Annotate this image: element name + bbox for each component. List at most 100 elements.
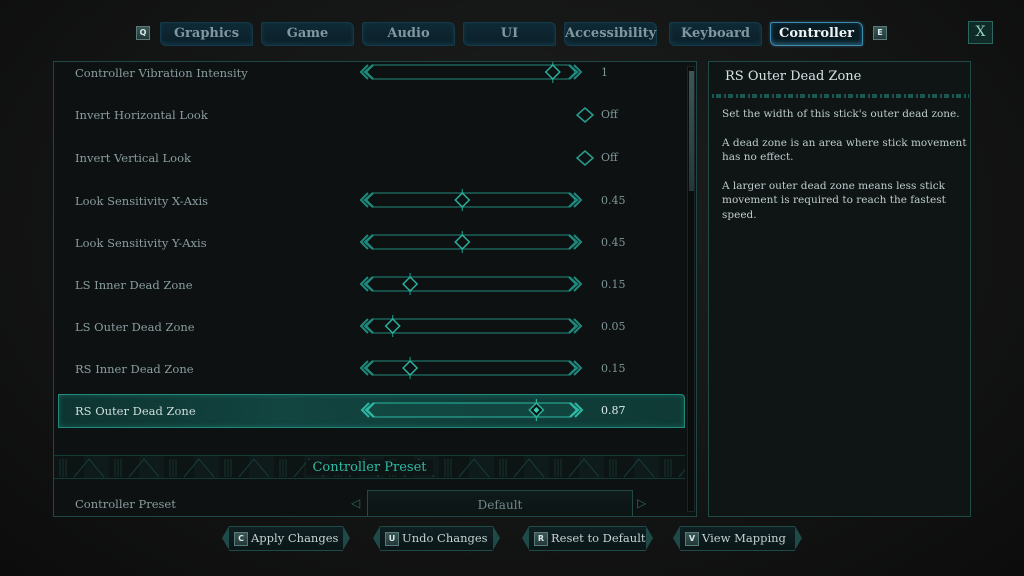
tab-accessibility[interactable]: Accessibility <box>564 22 657 46</box>
info-divider <box>712 94 969 98</box>
toggle-value: Off <box>601 108 618 121</box>
slider-track <box>363 234 579 250</box>
setting-row-rs-inner-dead-zone[interactable]: RS Inner Dead Zone 0.15 <box>58 352 685 386</box>
section-header-controller-preset: Controller Preset <box>54 455 685 479</box>
slider[interactable] <box>355 399 589 421</box>
slider-value: 0.87 <box>601 404 626 417</box>
slider[interactable] <box>354 189 588 211</box>
slider-increase-icon[interactable] <box>568 318 583 334</box>
slider-handle[interactable] <box>454 233 471 251</box>
setting-label: Controller Vibration Intensity <box>75 66 248 80</box>
slider[interactable] <box>354 231 588 253</box>
slider-handle[interactable] <box>384 317 401 335</box>
info-paragraph: A larger outer dead zone means less stic… <box>722 179 946 221</box>
slider-handle[interactable] <box>454 191 471 209</box>
undo-changes-button[interactable]: U Undo Changes <box>373 526 500 551</box>
slider-value: 0.15 <box>601 362 626 375</box>
next-tab-key-hint[interactable]: E <box>873 26 887 40</box>
tab-ui[interactable]: UI <box>463 22 556 46</box>
slider-decrease-icon[interactable] <box>359 276 374 292</box>
tab-audio[interactable]: Audio <box>362 22 455 46</box>
setting-label: RS Inner Dead Zone <box>75 362 194 376</box>
setting-row-controller-vibration-intensity[interactable]: Controller Vibration Intensity 1 <box>58 62 685 90</box>
setting-label: Look Sensitivity X-Axis <box>75 194 209 208</box>
slider-increase-icon[interactable] <box>568 192 583 208</box>
setting-row-ls-outer-dead-zone[interactable]: LS Outer Dead Zone 0.05 <box>58 310 685 344</box>
slider[interactable] <box>354 357 588 379</box>
tab-bar: Q Graphics Game Audio UI Accessibility K… <box>0 22 1024 46</box>
key-hint-u: U <box>385 532 399 546</box>
tab-controller[interactable]: Controller <box>770 22 863 46</box>
info-paragraph: A dead zone is an area where stick movem… <box>722 136 967 164</box>
close-button[interactable]: X <box>968 21 993 44</box>
setting-row-invert-vertical-look[interactable]: Invert Vertical Look Off <box>58 141 685 175</box>
view-mapping-button[interactable]: V View Mapping <box>673 526 802 551</box>
tab-game[interactable]: Game <box>261 22 354 46</box>
slider-handle[interactable] <box>402 359 419 377</box>
slider-track <box>364 402 580 418</box>
slider-increase-icon[interactable] <box>568 276 583 292</box>
slider-handle[interactable] <box>544 63 561 81</box>
setting-label: Look Sensitivity Y-Axis <box>75 236 207 250</box>
toggle-diamond-icon <box>575 107 595 123</box>
slider-decrease-icon[interactable] <box>359 360 374 376</box>
section-title: Controller Preset <box>306 460 433 475</box>
toggle[interactable]: Off <box>575 149 645 167</box>
setting-label: RS Outer Dead Zone <box>75 404 196 418</box>
key-hint-v: V <box>685 532 699 546</box>
setting-row-ls-inner-dead-zone[interactable]: LS Inner Dead Zone 0.15 <box>58 268 685 302</box>
info-paragraph: Set the width of this stick's outer dead… <box>722 108 960 120</box>
setting-row-rs-outer-dead-zone[interactable]: RS Outer Dead Zone 0.87 <box>58 394 685 428</box>
slider-increase-icon[interactable] <box>568 360 583 376</box>
info-panel: RS Outer Dead Zone Set the width of this… <box>708 61 971 517</box>
slider-increase-icon[interactable] <box>568 64 583 80</box>
slider[interactable] <box>354 315 588 337</box>
key-hint-r: R <box>534 532 548 546</box>
reset-to-default-label: Reset to Default <box>551 531 646 545</box>
setting-label: LS Inner Dead Zone <box>75 278 193 292</box>
settings-list-panel: Controller Vibration Intensity 1 Invert Ho… <box>53 61 697 517</box>
info-title: RS Outer Dead Zone <box>725 69 862 84</box>
slider-decrease-icon[interactable] <box>359 234 374 250</box>
slider[interactable] <box>354 273 588 295</box>
setting-label: Controller Preset <box>75 497 176 511</box>
setting-row-look-sensitivity-x-axis[interactable]: Look Sensitivity X-Axis 0.45 <box>58 184 685 218</box>
toggle-diamond-icon <box>575 150 595 166</box>
scrollbar[interactable] <box>687 66 695 512</box>
slider-value: 0.05 <box>601 320 626 333</box>
key-hint-c: C <box>234 532 248 546</box>
slider-value: 0.45 <box>601 194 626 207</box>
slider-track <box>363 192 579 208</box>
toggle-value: Off <box>601 151 618 164</box>
undo-changes-label: Undo Changes <box>402 531 488 545</box>
slider-decrease-icon[interactable] <box>359 64 374 80</box>
info-body: Set the width of this stick's outer dead… <box>722 107 967 236</box>
toggle[interactable]: Off <box>575 106 645 124</box>
setting-label: Invert Horizontal Look <box>75 108 208 122</box>
slider-increase-icon[interactable] <box>568 234 583 250</box>
reset-to-default-button[interactable]: R Reset to Default <box>522 526 653 551</box>
tab-keyboard[interactable]: Keyboard <box>669 22 762 46</box>
prev-tab-key-hint[interactable]: Q <box>136 26 150 40</box>
slider-track <box>363 360 579 376</box>
setting-row-look-sensitivity-y-axis[interactable]: Look Sensitivity Y-Axis 0.45 <box>58 226 685 260</box>
setting-label: Invert Vertical Look <box>75 151 191 165</box>
preset-prev-arrow-icon[interactable]: ◁ <box>351 496 360 510</box>
setting-row-invert-horizontal-look[interactable]: Invert Horizontal Look Off <box>58 98 685 132</box>
preset-selector[interactable]: Default <box>367 490 633 516</box>
scrollbar-thumb[interactable] <box>689 71 694 191</box>
preset-next-arrow-icon[interactable]: ▷ <box>637 496 646 510</box>
slider-value: 1 <box>601 66 608 79</box>
slider-value: 0.45 <box>601 236 626 249</box>
slider[interactable] <box>354 62 588 83</box>
slider-track <box>363 276 579 292</box>
apply-changes-button[interactable]: C Apply Changes <box>222 526 350 551</box>
view-mapping-label: View Mapping <box>702 531 786 545</box>
slider-value: 0.15 <box>601 278 626 291</box>
apply-changes-label: Apply Changes <box>251 531 339 545</box>
slider-decrease-icon[interactable] <box>359 318 374 334</box>
tab-graphics[interactable]: Graphics <box>160 22 253 46</box>
setting-label: LS Outer Dead Zone <box>75 320 195 334</box>
slider-handle[interactable] <box>402 275 419 293</box>
slider-decrease-icon[interactable] <box>359 192 374 208</box>
